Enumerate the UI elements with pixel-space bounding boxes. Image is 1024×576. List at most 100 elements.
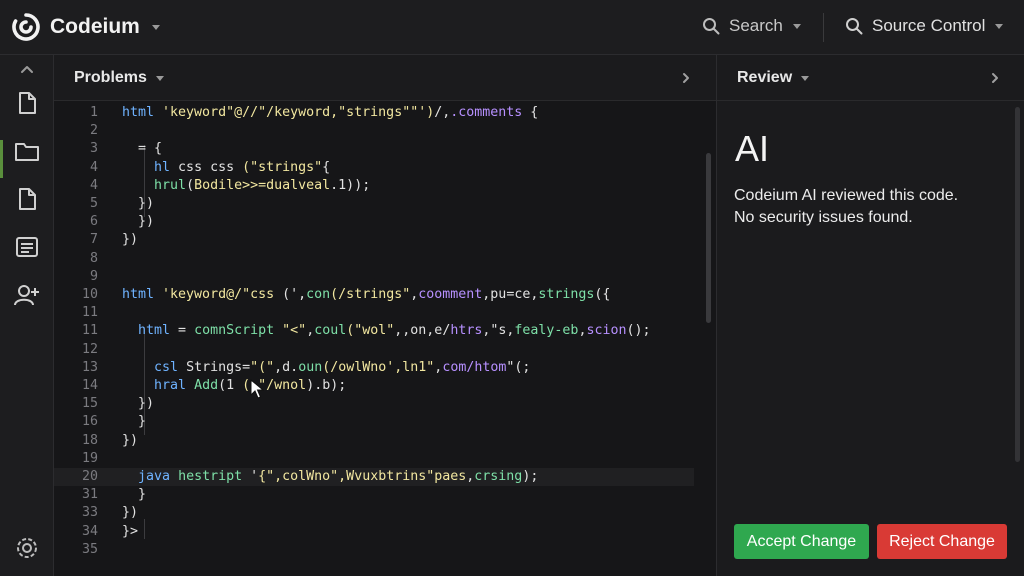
code-token: = { xyxy=(122,141,163,157)
review-scrollbar[interactable] xyxy=(1015,107,1020,462)
code-line[interactable]: 11 html = comnScript "<",coul("wol",,on,… xyxy=(54,322,694,340)
editor-scrollbar[interactable] xyxy=(706,153,711,323)
code-token: crsing xyxy=(474,469,523,484)
chevron-down-icon xyxy=(801,75,810,81)
line-number: 14 xyxy=(81,378,98,393)
code-token: .1)); xyxy=(330,177,371,193)
line-number: 33 xyxy=(81,505,98,521)
chevron-right-icon[interactable] xyxy=(990,71,1000,85)
code-token: hl xyxy=(154,159,171,175)
code-line[interactable]: 10 html 'keyword@/"css (',con(/strings",c… xyxy=(54,286,694,304)
line-number: 18 xyxy=(81,432,98,448)
rail-item-folders[interactable] xyxy=(13,137,41,165)
review-label: Review xyxy=(737,69,793,86)
code-line[interactable]: 6 }) xyxy=(54,213,694,231)
settings-icon[interactable] xyxy=(14,535,40,561)
code-line[interactable]: 1 html 'keyword"@//"/keyword,"strings""')… xyxy=(54,104,694,122)
code-line[interactable]: 8 xyxy=(54,250,694,268)
code-token: }) xyxy=(122,232,139,248)
code-area[interactable]: 1 html 'keyword"@//"/keyword,"strings""')… xyxy=(54,101,716,576)
problems-label: Problems xyxy=(74,69,147,86)
code-line[interactable]: 13 csl Strings="(",d.oun(/owlWno',ln1",c… xyxy=(54,359,694,377)
activity-rail xyxy=(0,55,54,576)
reject-change-button[interactable]: Reject Change xyxy=(877,524,1007,559)
line-number: 4 xyxy=(89,177,98,193)
code-line[interactable]: 20 java hestript '{",colWno",Wvuxbtrins"… xyxy=(54,468,694,486)
code-line[interactable]: 11 xyxy=(54,304,694,322)
code-line[interactable]: 34 }> xyxy=(54,523,694,541)
code-token: ' xyxy=(242,469,259,484)
code-token: ,,on,e/ xyxy=(394,323,451,339)
code-line[interactable]: 16 } xyxy=(54,413,694,431)
code-token: }) xyxy=(122,432,139,448)
app-brand[interactable]: Codeium xyxy=(12,13,160,41)
line-code: }> xyxy=(122,523,138,541)
code-token: (/strings" xyxy=(330,287,411,302)
chevron-right-icon[interactable] xyxy=(681,71,691,85)
code-token: comnScript xyxy=(194,323,275,339)
line-code: hl css css ("strings"{ xyxy=(122,159,330,177)
code-line[interactable]: 31 } xyxy=(54,486,694,504)
line-code: html = comnScript "<",coul("wol",,on,e/h… xyxy=(122,322,651,340)
code-token: Bodile>>=dualveal xyxy=(194,177,331,193)
chevron-up-icon[interactable] xyxy=(19,63,35,75)
search-menu[interactable]: Search xyxy=(702,16,801,36)
code-token: coul xyxy=(314,323,347,339)
code-token: coomment xyxy=(418,287,483,302)
line-number: 13 xyxy=(81,359,98,375)
line-number: 4 xyxy=(89,159,98,175)
code-line[interactable]: 7}) xyxy=(54,231,694,249)
line-code: hral Add(1 ( "/wnol).b); xyxy=(122,377,346,395)
line-code: }) xyxy=(122,504,138,522)
line-code: }) xyxy=(122,213,154,231)
line-code: }) xyxy=(122,195,154,213)
rail-item-list[interactable] xyxy=(13,233,41,261)
code-line[interactable]: 19 xyxy=(54,450,694,468)
line-number: 31 xyxy=(81,487,98,503)
code-line[interactable]: 4 hrul(Bodile>>=dualveal.1)); xyxy=(54,177,694,195)
code-token: }) xyxy=(122,214,155,230)
code-line[interactable]: 4 hl css css ("strings"{ xyxy=(54,159,694,177)
accept-change-button[interactable]: Accept Change xyxy=(734,524,869,559)
rail-item-explorer[interactable] xyxy=(13,89,41,117)
code-token: (', xyxy=(274,287,307,302)
line-number: 34 xyxy=(81,523,98,539)
line-code: }) xyxy=(122,395,154,413)
code-token: }) xyxy=(122,505,139,521)
review-header: Review xyxy=(717,55,1024,101)
search-icon xyxy=(703,18,720,35)
line-number: 2 xyxy=(89,123,98,139)
code-line[interactable]: 5 }) xyxy=(54,195,694,213)
code-line[interactable]: 18}) xyxy=(54,432,694,450)
code-token: { xyxy=(322,159,331,175)
editor-header: Problems xyxy=(54,55,716,101)
line-number: 7 xyxy=(89,232,98,248)
line-code: html 'keyword"@//"/keyword,"strings""')/… xyxy=(122,104,538,122)
code-line[interactable]: 3 = { xyxy=(54,140,694,158)
code-token: ,d. xyxy=(274,359,299,375)
review-tab[interactable]: Review xyxy=(737,69,810,87)
code-line[interactable]: 35 xyxy=(54,541,694,559)
folder-icon xyxy=(15,143,39,161)
codeium-logo-icon xyxy=(12,13,40,41)
code-line[interactable]: 33}) xyxy=(54,504,694,522)
line-code: } xyxy=(122,486,146,504)
code-line[interactable]: 15 }) xyxy=(54,395,694,413)
code-token: Add xyxy=(194,378,219,393)
code-line[interactable]: 9 xyxy=(54,268,694,286)
rail-item-accounts[interactable] xyxy=(13,281,41,309)
code-token: strings xyxy=(538,287,595,302)
code-line[interactable]: 2 xyxy=(54,122,694,140)
problems-tab[interactable]: Problems xyxy=(74,69,164,87)
source-control-menu[interactable]: Source Control xyxy=(845,16,1004,36)
code-line[interactable]: 12 xyxy=(54,341,694,359)
rail-item-files[interactable] xyxy=(13,185,41,213)
code-token: fealy-eb xyxy=(514,323,579,339)
line-code: } xyxy=(122,413,146,431)
code-token: html xyxy=(122,287,163,302)
code-line[interactable]: 14 hral Add(1 ( "/wnol).b); xyxy=(54,377,694,395)
